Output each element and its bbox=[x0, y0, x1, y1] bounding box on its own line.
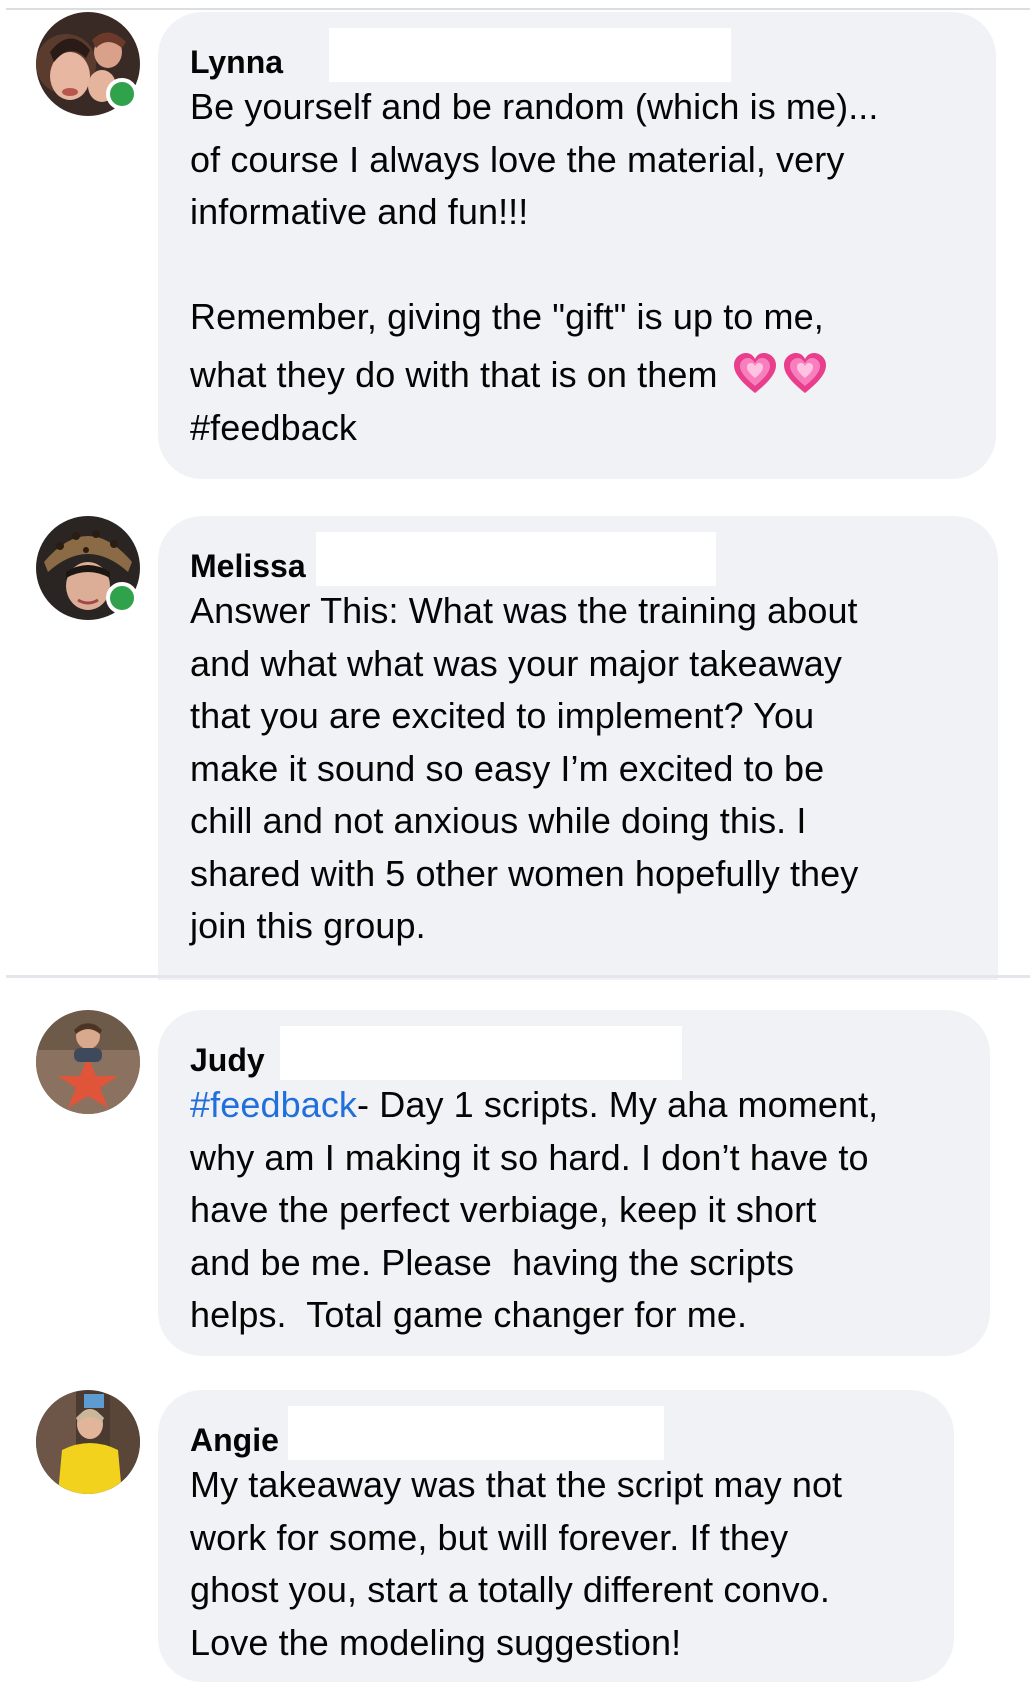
comment-bubble[interactable]: Lynna Be yourself and be random (which i… bbox=[158, 12, 996, 479]
heart-emoji-icon bbox=[733, 353, 776, 393]
comment-bubble[interactable]: Angie My takeaway was that the script ma… bbox=[158, 1390, 954, 1682]
comment-bubble[interactable]: Melissa Answer This: What was the traini… bbox=[158, 516, 998, 980]
avatar[interactable] bbox=[36, 1010, 140, 1114]
comment-bubble[interactable]: Judy #feedback- Day 1 scripts. My aha mo… bbox=[158, 1010, 990, 1356]
top-divider bbox=[6, 8, 1030, 10]
author-name[interactable]: Angie bbox=[190, 1420, 279, 1460]
redaction-box bbox=[288, 1406, 664, 1460]
comment-text: why am I making it so hard. I don’t have… bbox=[190, 1136, 869, 1336]
author-name[interactable]: Judy bbox=[190, 1040, 265, 1080]
avatar[interactable] bbox=[36, 12, 140, 116]
avatar[interactable] bbox=[36, 516, 140, 620]
heart-emoji-icon bbox=[783, 353, 826, 393]
avatar-photo bbox=[36, 1390, 140, 1494]
comment-text: My takeaway was that the script may not … bbox=[190, 1464, 843, 1663]
comment-text: Be yourself and be random (which is me).… bbox=[190, 86, 879, 232]
comment-text: #feedback bbox=[190, 402, 966, 455]
redaction-box bbox=[329, 28, 731, 82]
comment-text: Remember, giving the "gift" is up to me, bbox=[190, 295, 824, 337]
author-name[interactable]: Melissa bbox=[190, 546, 306, 586]
redaction-box bbox=[280, 1026, 682, 1080]
comment-text-first-line: #feedback- Day 1 scripts. My aha moment, bbox=[190, 1084, 879, 1125]
online-status-dot bbox=[106, 582, 138, 614]
comment-text-line: what they do with that is on them bbox=[190, 349, 966, 402]
avatar[interactable] bbox=[36, 1390, 140, 1494]
hashtag[interactable]: #feedback bbox=[190, 407, 357, 448]
online-status-dot bbox=[106, 78, 138, 110]
comment-text: Answer This: What was the training about… bbox=[190, 590, 859, 946]
author-name[interactable]: Lynna bbox=[190, 42, 283, 82]
section-divider bbox=[6, 975, 1030, 978]
hashtag-link[interactable]: #feedback bbox=[190, 1084, 357, 1125]
avatar-photo bbox=[36, 1010, 140, 1114]
redaction-box bbox=[316, 532, 716, 586]
